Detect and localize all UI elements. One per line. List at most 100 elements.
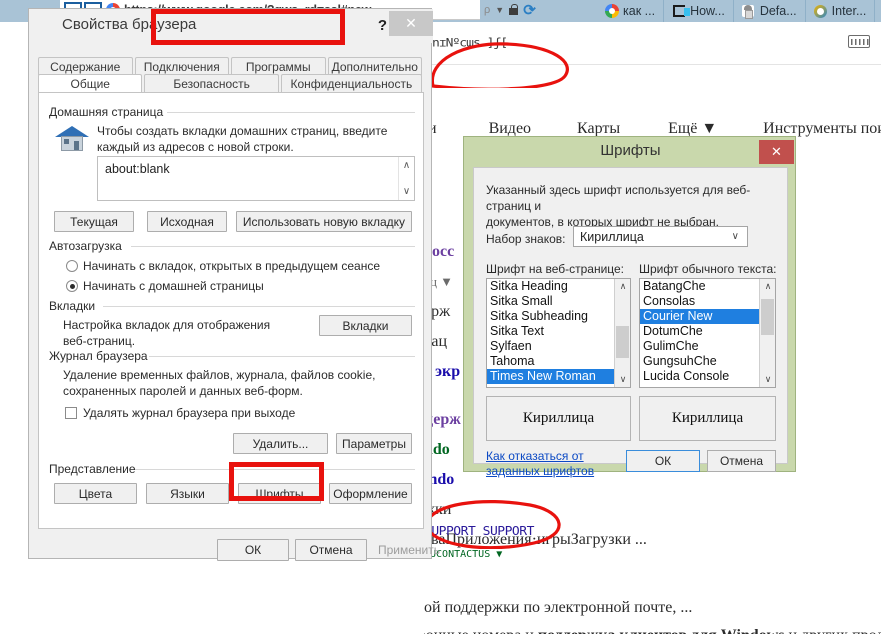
scrollbar-thumb[interactable]	[761, 299, 774, 335]
list-item-selected[interactable]: Times New Roman	[487, 369, 614, 384]
list-item[interactable]: GungsuhChe	[640, 354, 759, 369]
tab-bezopasnost[interactable]: Безопасность	[144, 74, 278, 93]
garbled-header-text: nɪNºcɯs ]ʃ[	[432, 37, 507, 51]
list-item[interactable]: DotumChe	[640, 324, 759, 339]
chevron-down-icon[interactable]: ∨	[615, 372, 631, 387]
tab-dopolnitelno[interactable]: Дополнительно	[328, 57, 423, 75]
browser-tab-2[interactable]: Defa...	[734, 0, 806, 22]
garbled-support-link[interactable]: SUPPORT SUPPORT	[424, 524, 534, 538]
tab-podklyucheniya[interactable]: Подключения	[135, 57, 230, 75]
tab-soderzhanie[interactable]: Содержание	[38, 57, 133, 75]
fonts-description: Указанный здесь шрифт используется для в…	[486, 182, 776, 230]
list-item[interactable]: Tahoma	[487, 354, 614, 369]
dialog-tabs-bottom-row[interactable]: Общие Безопасность Конфиденциальность	[38, 74, 424, 93]
colors-button[interactable]: Цвета	[54, 483, 137, 504]
tabs-group-hint: Настройка вкладок для отображения веб-ст…	[63, 317, 293, 349]
delete-history-checkbox-label: Удалять журнал браузера при выходе	[83, 406, 295, 420]
browser-tab-label: Inter...	[832, 4, 867, 18]
fonts-cancel-button[interactable]: Отмена	[707, 450, 776, 472]
webfont-scrollbar[interactable]: ∧ ∨	[614, 279, 630, 387]
list-item[interactable]: Sitka Subheading	[487, 309, 614, 324]
home-page-textarea[interactable]: about:blank ∧ ∨	[97, 156, 415, 201]
bottom-line-2a: телефонные номера и	[424, 627, 538, 634]
list-item[interactable]: Consolas	[640, 294, 759, 309]
chevron-down-icon[interactable]: ∨	[760, 372, 776, 387]
chevron-down-icon[interactable]: ∨	[732, 231, 739, 242]
home-group-hint: Чтобы создать вкладки домашних страниц, …	[97, 123, 409, 155]
chevron-up-icon[interactable]: ∧	[760, 279, 776, 294]
keyboard-icon[interactable]	[848, 35, 870, 48]
textarea-scrollbar[interactable]: ∧ ∨	[398, 157, 414, 200]
chevron-up-icon[interactable]: ∧	[403, 160, 410, 171]
reset-fonts-link[interactable]: Как отказаться от заданных шрифтов	[486, 449, 616, 479]
browser-tab-1[interactable]: How...	[664, 0, 734, 22]
plainfont-listbox[interactable]: BatangChe Consolas Courier New DotumChe …	[639, 278, 776, 388]
plainfont-list[interactable]: BatangChe Consolas Courier New DotumChe …	[640, 279, 759, 384]
languages-button[interactable]: Языки	[146, 483, 229, 504]
browser-tabs[interactable]: как ... How... Defa... Inter... Fon	[597, 0, 881, 22]
webfont-preview: Кириллица	[486, 396, 631, 441]
group-divider	[131, 246, 415, 247]
lock-icon	[509, 8, 518, 15]
browser-tab-label: Defa...	[760, 4, 797, 18]
charset-select[interactable]: Кириллица ∨	[573, 226, 748, 247]
bottom-snippet-text: ой поддержки по электронной почте, ... т…	[424, 594, 881, 634]
delete-button[interactable]: Удалить...	[233, 433, 328, 454]
bottom-line-2b: поддержка клиентов для	[538, 627, 721, 634]
default-favicon	[742, 5, 755, 18]
close-icon[interactable]: ✕	[759, 140, 794, 164]
ok-button[interactable]: ОК	[217, 539, 289, 561]
tab-programmy[interactable]: Программы	[231, 57, 326, 75]
divider	[424, 64, 881, 65]
webfont-list[interactable]: Sitka Heading Sitka Small Sitka Subheadi…	[487, 279, 614, 384]
home-page-value: about:blank	[105, 162, 170, 176]
scrollbar-thumb[interactable]	[616, 326, 629, 358]
parameters-button[interactable]: Параметры	[336, 433, 412, 454]
radio-home-page[interactable]	[66, 280, 78, 292]
original-page-button[interactable]: Исходная	[147, 211, 227, 232]
bottom-line-2: телефонные номера и поддержка клиентов д…	[424, 622, 881, 634]
plainfont-scrollbar[interactable]: ∧ ∨	[759, 279, 775, 387]
current-page-button[interactable]: Текущая	[54, 211, 134, 232]
delete-history-checkbox[interactable]	[65, 407, 77, 419]
dialog-tabs-top-row[interactable]: Содержание Подключения Программы Дополни…	[38, 57, 424, 75]
browser-tab-3[interactable]: Inter...	[806, 0, 876, 22]
list-item[interactable]: Sitka Text	[487, 324, 614, 339]
radio-previous-session[interactable]	[66, 260, 78, 272]
cancel-button[interactable]: Отмена	[295, 539, 367, 561]
fonts-dialog-title: Шрифты	[464, 142, 797, 159]
close-icon[interactable]: ✕	[389, 11, 433, 36]
use-new-tab-button[interactable]: Использовать новую вкладку	[236, 211, 412, 232]
appearance-group-label: Представление	[49, 462, 141, 476]
bottom-line-2c: Windows	[721, 627, 785, 634]
webfont-listbox[interactable]: Sitka Heading Sitka Small Sitka Subheadi…	[486, 278, 631, 388]
fonts-ok-button[interactable]: ОК	[626, 450, 700, 472]
browser-tab-4[interactable]: Fon	[875, 0, 881, 22]
browser-tab-0[interactable]: как ...	[597, 0, 664, 22]
tab-obshchie[interactable]: Общие	[38, 74, 142, 93]
browser-tab-label: How...	[690, 4, 725, 18]
google-favicon	[605, 5, 618, 18]
chevron-down-icon[interactable]: ∨	[403, 186, 410, 197]
list-item-selected[interactable]: Courier New	[640, 309, 759, 324]
tabs-button[interactable]: Вкладки	[319, 315, 412, 336]
internet-favicon	[814, 5, 827, 18]
list-item[interactable]: GulimChe	[640, 339, 759, 354]
list-item[interactable]: BatangChe	[640, 279, 759, 294]
help-button[interactable]: ?	[378, 17, 387, 34]
snippet-9: жки	[424, 495, 881, 525]
reload-icon[interactable]: ⟳	[523, 1, 536, 19]
list-item[interactable]: Sitka Small	[487, 294, 614, 309]
annotation-fonts-button-highlight	[229, 462, 324, 501]
tab-konfidencialnost[interactable]: Конфиденциальность	[281, 74, 422, 93]
fonts-dialog-title-bar: Шрифты ✕	[464, 137, 797, 167]
history-group-label: Журнал браузера	[49, 349, 153, 363]
address-bar-right-icons[interactable]: ρ ▼ ⟳	[484, 0, 536, 20]
list-item[interactable]: Sitka Heading	[487, 279, 614, 294]
list-item[interactable]: Lucida Console	[640, 369, 759, 384]
chevron-up-icon[interactable]: ∧	[615, 279, 631, 294]
plainfont-preview: Кириллица	[639, 396, 776, 441]
design-button[interactable]: Оформление	[329, 483, 412, 504]
history-group-hint: Удаление временных файлов, журнала, файл…	[63, 367, 403, 399]
list-item[interactable]: Sylfaen	[487, 339, 614, 354]
